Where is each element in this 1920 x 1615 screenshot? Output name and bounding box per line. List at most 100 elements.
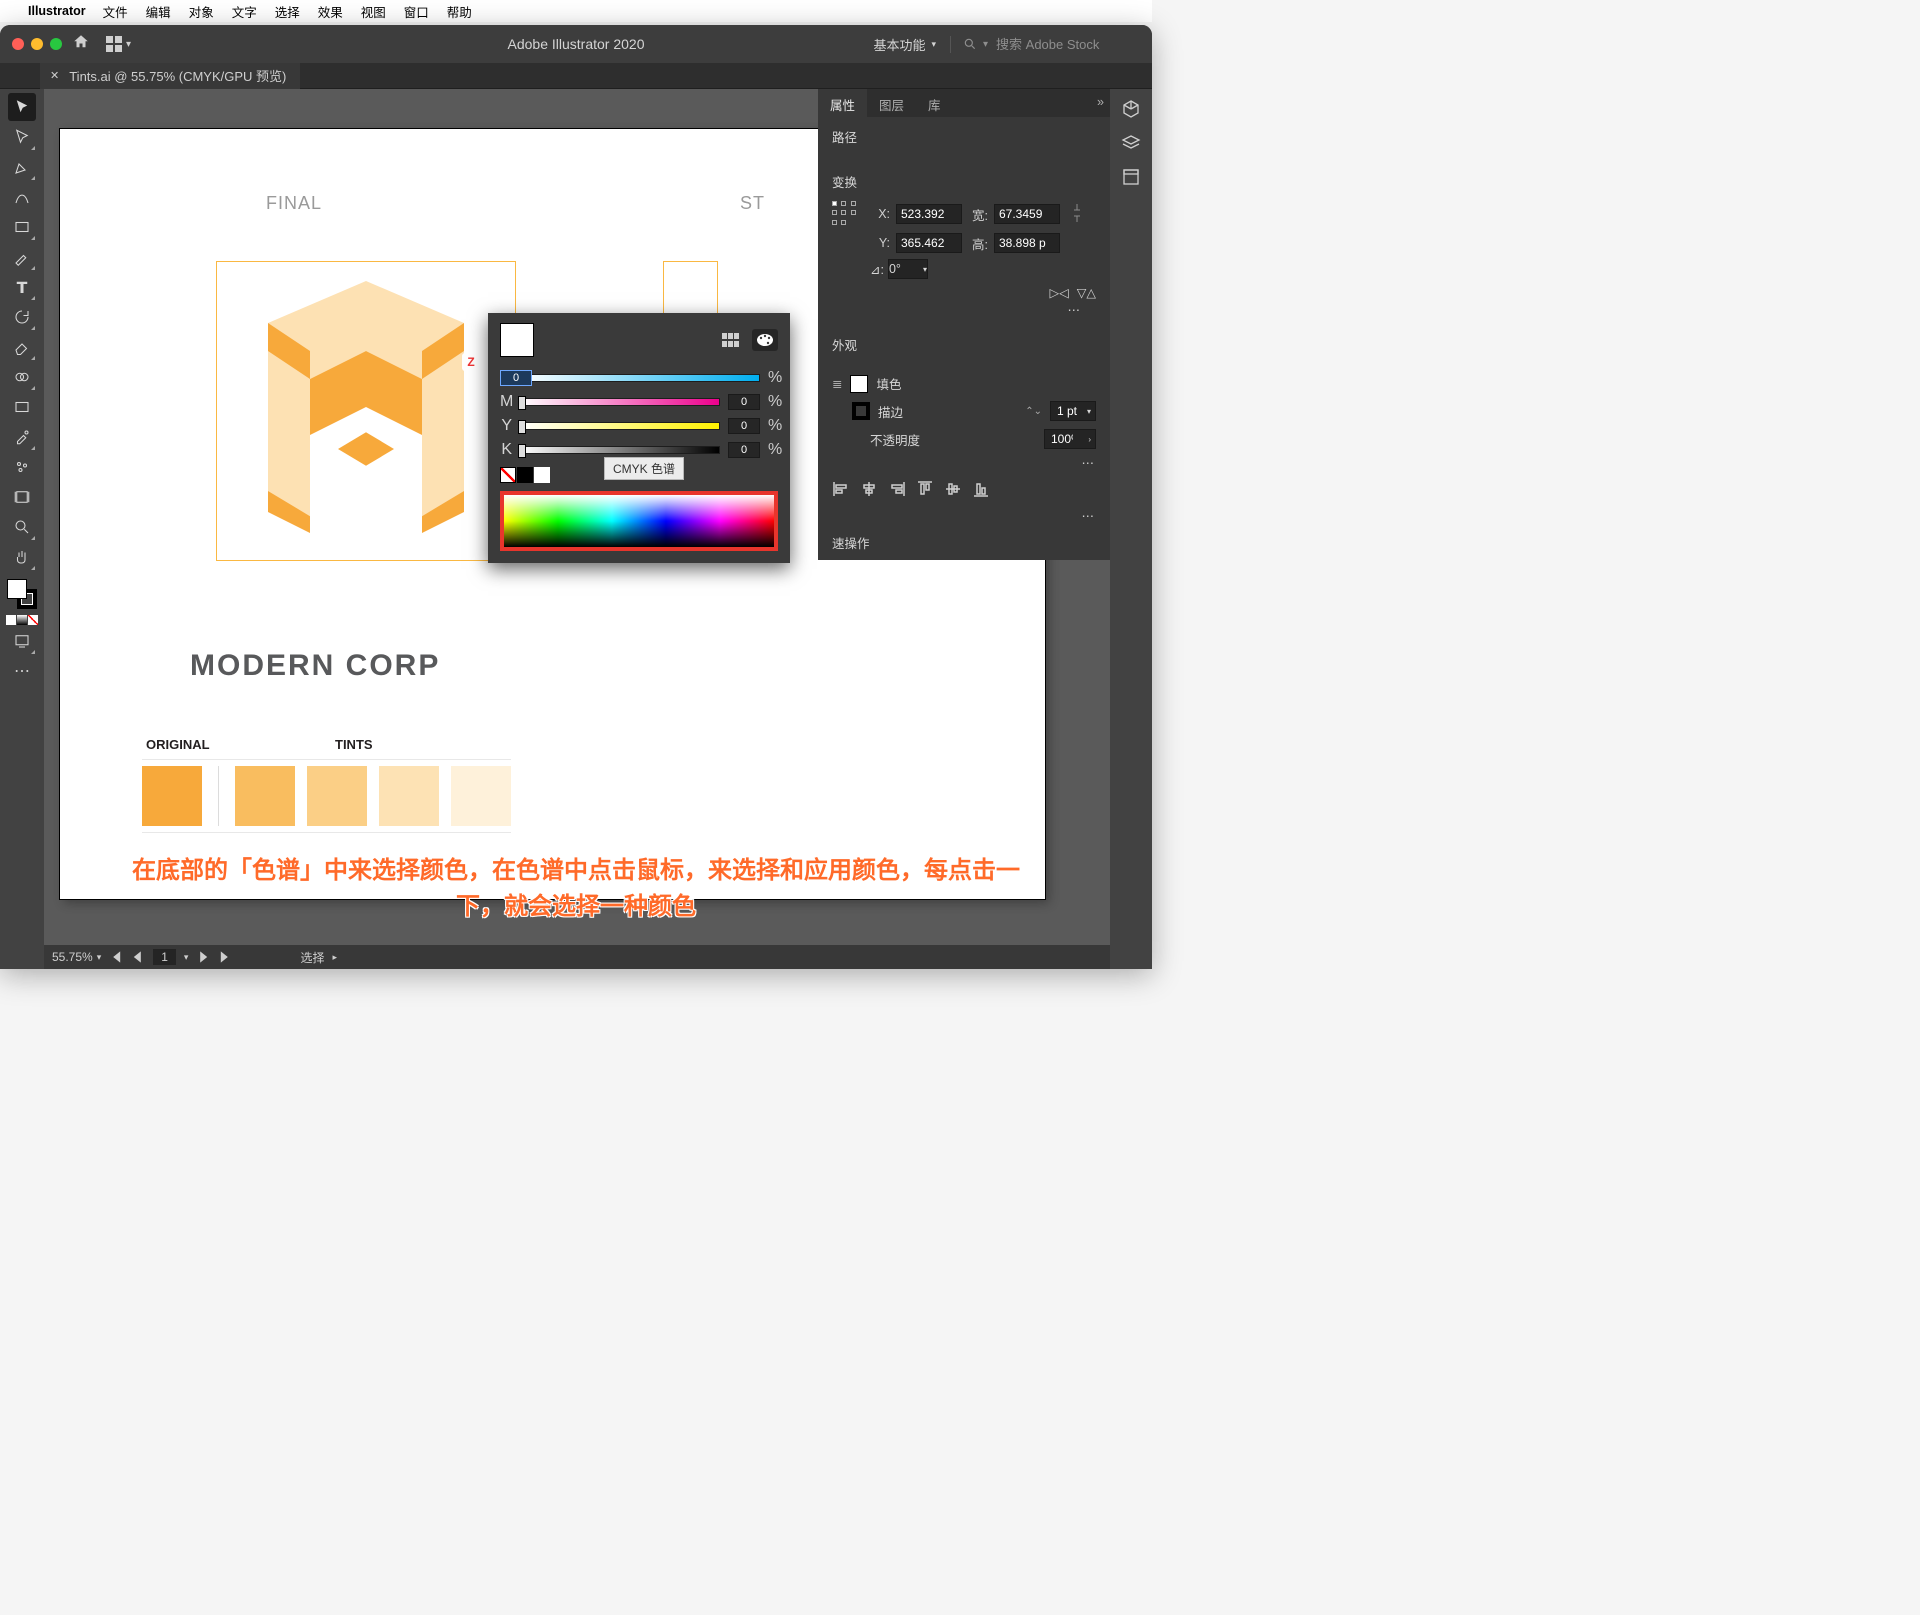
eraser-tool[interactable] bbox=[8, 333, 36, 361]
stroke-weight-input[interactable]: ▾ bbox=[1050, 401, 1096, 421]
color-mode-buttons[interactable] bbox=[6, 615, 38, 625]
rectangle-tool[interactable] bbox=[8, 213, 36, 241]
direct-selection-tool[interactable] bbox=[8, 123, 36, 151]
gradient-tool[interactable] bbox=[8, 393, 36, 421]
align-vcenter-button[interactable] bbox=[944, 480, 962, 498]
flip-vertical-button[interactable]: ▽△ bbox=[1077, 285, 1096, 300]
slider-track-C[interactable] bbox=[520, 374, 760, 382]
x-input[interactable] bbox=[896, 204, 962, 224]
zoom-tool[interactable] bbox=[8, 513, 36, 541]
close-tab-icon[interactable]: ✕ bbox=[50, 69, 59, 82]
arrange-documents-button[interactable]: ▾ bbox=[106, 36, 131, 52]
last-artboard-button[interactable] bbox=[218, 950, 232, 964]
workspace-dropdown[interactable]: 基本功能▾ bbox=[873, 35, 936, 54]
menu-select[interactable]: 选择 bbox=[266, 2, 309, 21]
menu-window[interactable]: 窗口 bbox=[395, 2, 438, 21]
color-mixer-view-button[interactable] bbox=[752, 329, 778, 351]
appearance-options-button[interactable]: ⋯ bbox=[818, 453, 1110, 472]
popover-fill-swatch[interactable] bbox=[500, 323, 534, 357]
home-button[interactable] bbox=[72, 33, 90, 56]
swatch-original bbox=[142, 766, 202, 826]
menu-file[interactable]: 文件 bbox=[94, 2, 137, 21]
stock-search-input[interactable] bbox=[994, 36, 1134, 53]
menu-edit[interactable]: 编辑 bbox=[137, 2, 180, 21]
selection-tool[interactable] bbox=[8, 93, 36, 121]
slider-track-Y[interactable] bbox=[520, 422, 720, 430]
3d-panel-icon[interactable] bbox=[1121, 99, 1141, 119]
align-right-button[interactable] bbox=[888, 480, 906, 498]
color-spectrum[interactable] bbox=[500, 491, 778, 551]
menu-view[interactable]: 视图 bbox=[352, 2, 395, 21]
black-color-button[interactable] bbox=[517, 467, 533, 483]
tab-properties[interactable]: 属性 bbox=[818, 89, 867, 117]
flip-horizontal-button[interactable]: ▷◁ bbox=[1050, 285, 1069, 300]
align-top-button[interactable] bbox=[916, 480, 934, 498]
stroke-swatch[interactable] bbox=[852, 402, 870, 420]
slider-value-M[interactable] bbox=[728, 394, 760, 410]
hand-tool[interactable] bbox=[8, 543, 36, 571]
eyedropper-tool[interactable] bbox=[8, 423, 36, 451]
tab-libraries[interactable]: 库 bbox=[916, 89, 953, 117]
spectrum-tooltip: CMYK 色谱 bbox=[604, 457, 684, 480]
align-bottom-button[interactable] bbox=[972, 480, 990, 498]
align-left-button[interactable] bbox=[832, 480, 850, 498]
transform-options-button[interactable]: ⋯ bbox=[832, 300, 1096, 319]
artboard-number[interactable]: 1 bbox=[153, 949, 176, 965]
properties-panel: 属性 图层 库 » 路径 变换 X: 宽: bbox=[818, 89, 1110, 560]
fill-swatch[interactable] bbox=[850, 375, 868, 393]
slider-value-C[interactable] bbox=[500, 370, 532, 386]
constrain-proportions-icon[interactable] bbox=[1070, 202, 1084, 227]
reference-point-selector[interactable] bbox=[832, 201, 858, 227]
slider-value-Y[interactable] bbox=[728, 418, 760, 434]
status-bar: 55.75% ▾ 1 ▾ 选择 ▸ bbox=[44, 945, 1110, 969]
libraries-panel-icon[interactable] bbox=[1121, 167, 1141, 187]
none-color-button[interactable] bbox=[500, 467, 516, 483]
type-tool[interactable] bbox=[8, 273, 36, 301]
panel-collapse-button[interactable]: » bbox=[1091, 89, 1110, 117]
y-input[interactable] bbox=[896, 233, 962, 253]
zoom-dropdown[interactable]: 55.75% ▾ bbox=[52, 950, 101, 964]
rotate-input[interactable]: 0°▾ bbox=[888, 259, 928, 279]
tab-layers[interactable]: 图层 bbox=[867, 89, 916, 117]
first-artboard-button[interactable] bbox=[109, 950, 123, 964]
swatches-view-button[interactable] bbox=[718, 329, 744, 351]
logo-artwork bbox=[226, 281, 506, 561]
app-name-menu[interactable]: Illustrator bbox=[20, 4, 94, 18]
pen-tool[interactable] bbox=[8, 153, 36, 181]
artboard-tool[interactable] bbox=[8, 483, 36, 511]
adobe-stock-search[interactable]: ▾ bbox=[950, 36, 1140, 53]
label-final: FINAL bbox=[266, 193, 322, 214]
menu-effect[interactable]: 效果 bbox=[309, 2, 352, 21]
curvature-tool[interactable] bbox=[8, 183, 36, 211]
minimize-window-button[interactable] bbox=[31, 38, 43, 50]
slider-value-K[interactable] bbox=[728, 442, 760, 458]
rotate-tool[interactable] bbox=[8, 303, 36, 331]
menu-object[interactable]: 对象 bbox=[180, 2, 223, 21]
align-options-button[interactable]: ⋯ bbox=[818, 506, 1110, 525]
menu-help[interactable]: 帮助 bbox=[438, 2, 481, 21]
traffic-lights bbox=[12, 38, 62, 50]
next-artboard-button[interactable] bbox=[196, 950, 210, 964]
h-input[interactable] bbox=[994, 233, 1060, 253]
edit-toolbar-button[interactable]: ⋯ bbox=[8, 657, 36, 685]
screen-mode-button[interactable] bbox=[8, 627, 36, 655]
list-view-icon[interactable]: ≣ bbox=[832, 376, 842, 391]
slider-track-K[interactable] bbox=[520, 446, 720, 454]
close-window-button[interactable] bbox=[12, 38, 24, 50]
paintbrush-tool[interactable] bbox=[8, 243, 36, 271]
w-input[interactable] bbox=[994, 204, 1060, 224]
prev-artboard-button[interactable] bbox=[131, 950, 145, 964]
document-tab[interactable]: ✕ Tints.ai @ 55.75% (CMYK/GPU 预览) bbox=[40, 62, 300, 89]
shape-builder-tool[interactable] bbox=[8, 363, 36, 391]
tools-panel: ⋯ bbox=[0, 89, 44, 969]
fill-stroke-indicator[interactable] bbox=[7, 579, 37, 609]
align-hcenter-button[interactable] bbox=[860, 480, 878, 498]
opacity-input[interactable]: › bbox=[1044, 429, 1096, 449]
layers-panel-icon[interactable] bbox=[1121, 133, 1141, 153]
menu-type[interactable]: 文字 bbox=[223, 2, 266, 21]
slider-track-M[interactable] bbox=[520, 398, 720, 406]
white-color-button[interactable] bbox=[534, 467, 550, 483]
document-tab-bar: ✕ Tints.ai @ 55.75% (CMYK/GPU 预览) bbox=[0, 63, 1152, 89]
symbol-sprayer-tool[interactable] bbox=[8, 453, 36, 481]
fullscreen-window-button[interactable] bbox=[50, 38, 62, 50]
